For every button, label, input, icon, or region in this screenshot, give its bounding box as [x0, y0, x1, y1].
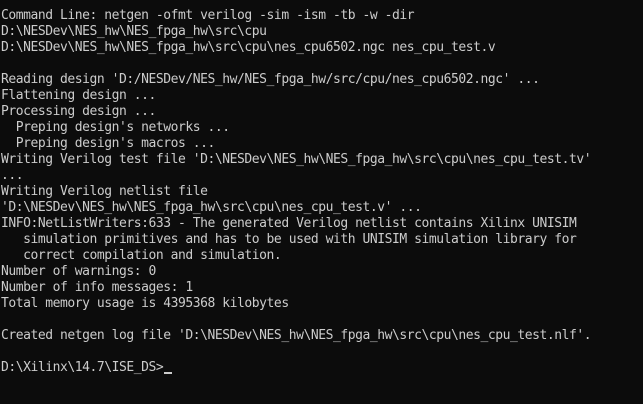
console-line: simulation primitives and has to be used… — [1, 232, 577, 247]
console-line: Writing Verilog test file 'D:\NESDev\NES… — [1, 152, 592, 167]
console-line: Processing design ... — [1, 104, 156, 119]
prompt-path: D:\Xilinx\14.7\ISE_DS> — [1, 360, 164, 375]
console-line: Number of info messages: 1 — [1, 280, 193, 295]
console-line: Preping design's macros ... — [1, 136, 216, 151]
console-line: D:\NESDev\NES_hw\NES_fpga_hw\src\cpu — [1, 24, 267, 39]
console-line: 'D:\NESDev\NES_hw\NES_fpga_hw\src\cpu\ne… — [1, 200, 422, 215]
console-line: Number of warnings: 0 — [1, 264, 156, 279]
console-line: D:\NESDev\NES_hw\NES_fpga_hw\src\cpu\nes… — [1, 40, 496, 55]
console-line: INFO:NetListWriters:633 - The generated … — [1, 216, 577, 231]
console-line: ... — [1, 168, 24, 183]
console-line: Total memory usage is 4395368 kilobytes — [1, 296, 289, 311]
console-window[interactable]: Command Line: netgen -ofmt verilog -sim … — [0, 0, 643, 404]
console-line: Flattening design ... — [1, 88, 156, 103]
console-line: Preping design's networks ... — [1, 120, 230, 135]
console-output: Command Line: netgen -ofmt verilog -sim … — [1, 0, 592, 376]
console-line: Created netgen log file 'D:\NESDev\NES_h… — [1, 328, 592, 343]
console-line: correct compilation and simulation. — [1, 248, 282, 263]
console-line: Writing Verilog netlist file — [1, 184, 208, 199]
command-prompt[interactable]: D:\Xilinx\14.7\ISE_DS> — [1, 360, 591, 376]
text-cursor — [164, 372, 173, 374]
console-line: Reading design 'D:/NESDev/NES_hw/NES_fpg… — [1, 72, 540, 87]
console-line: Command Line: netgen -ofmt verilog -sim … — [1, 8, 415, 23]
